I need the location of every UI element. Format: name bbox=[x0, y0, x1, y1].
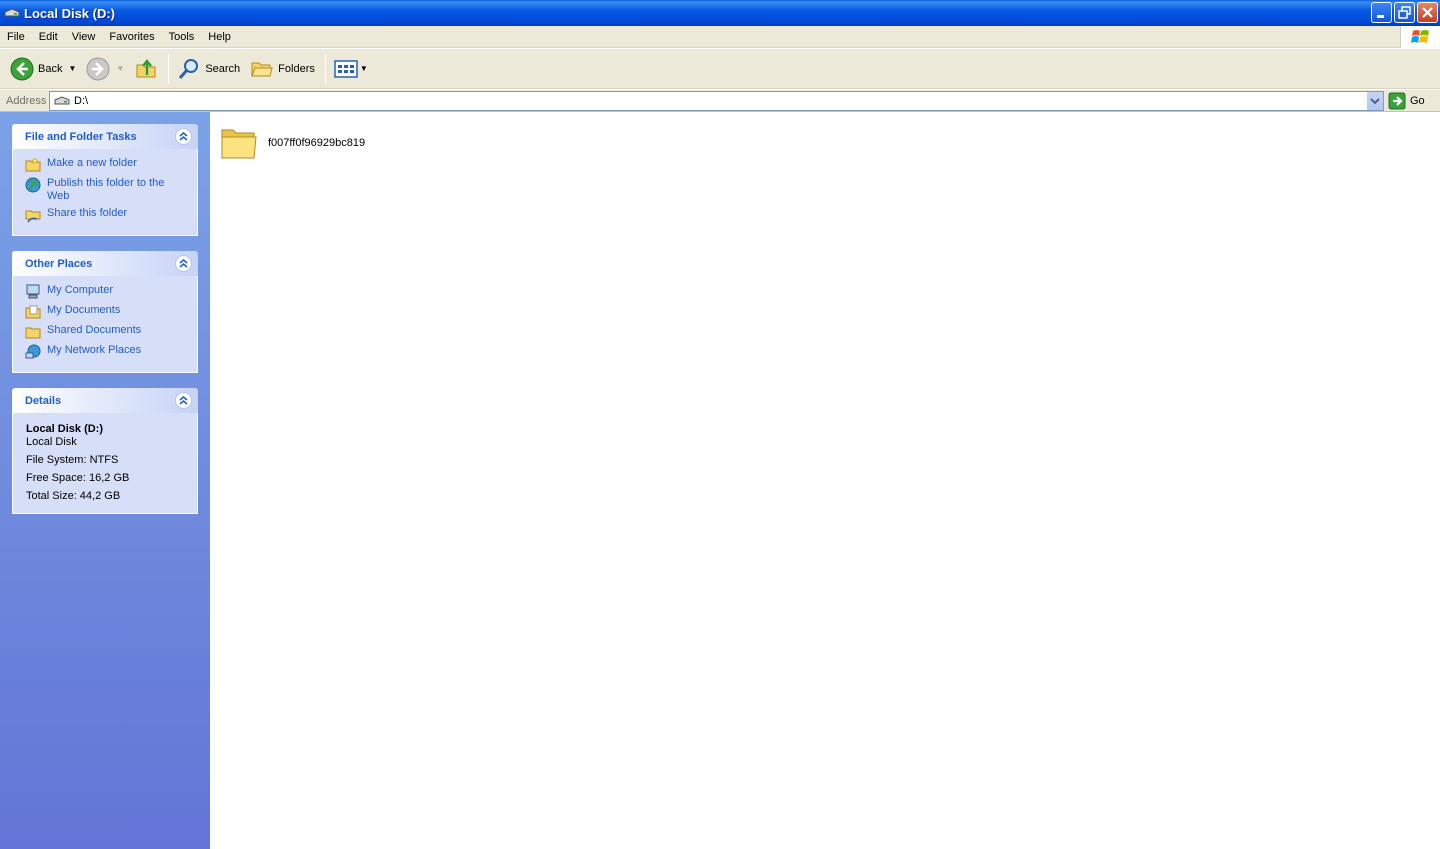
place-my-network-places[interactable]: My Network Places bbox=[25, 344, 197, 360]
folders-button[interactable]: Folders bbox=[246, 53, 319, 85]
chevron-up-double-icon bbox=[179, 396, 188, 405]
folder-icon bbox=[221, 129, 257, 159]
restore-icon bbox=[1398, 6, 1411, 19]
toolbar-separator bbox=[168, 53, 170, 84]
drive-icon bbox=[54, 95, 70, 104]
menu-view[interactable]: View bbox=[65, 31, 103, 43]
task-label: Make a new folder bbox=[47, 157, 137, 169]
collapse-button[interactable] bbox=[175, 128, 192, 145]
drive-icon bbox=[4, 8, 20, 17]
up-button[interactable] bbox=[130, 53, 162, 85]
search-icon bbox=[179, 58, 199, 79]
menu-help[interactable]: Help bbox=[201, 31, 238, 43]
address-input[interactable]: D:\ bbox=[49, 90, 1384, 111]
place-label: My Network Places bbox=[47, 344, 142, 356]
menu-favorites[interactable]: Favorites bbox=[102, 31, 161, 43]
place-my-documents[interactable]: My Documents bbox=[25, 304, 197, 320]
details-type: Local Disk bbox=[26, 436, 77, 448]
menu-bar: File Edit View Favorites Tools Help bbox=[0, 26, 1440, 48]
address-label: Address bbox=[6, 94, 47, 107]
toolbar: Back ▼ ▼ Search Folders ▼ bbox=[0, 49, 1440, 89]
menu-tools[interactable]: Tools bbox=[162, 31, 202, 43]
search-button[interactable]: Search bbox=[173, 53, 244, 85]
windows-logo bbox=[1400, 26, 1440, 48]
chevron-up-double-icon bbox=[179, 132, 188, 141]
documents-folder-icon bbox=[25, 305, 41, 319]
place-my-computer[interactable]: My Computer bbox=[25, 284, 197, 300]
panel-title: File and Folder Tasks bbox=[25, 130, 137, 143]
folder-name: f007ff0f96929bc819 bbox=[268, 137, 366, 149]
globe-icon bbox=[25, 177, 41, 193]
task-label: Share this folder bbox=[47, 207, 128, 219]
task-make-new-folder[interactable]: Make a new folder bbox=[25, 157, 197, 173]
shared-folder-icon bbox=[25, 210, 41, 223]
collapse-button[interactable] bbox=[175, 392, 192, 409]
network-globe-icon bbox=[25, 344, 41, 359]
close-icon bbox=[1422, 7, 1433, 18]
folders-icon bbox=[251, 62, 273, 76]
windows-flag-icon bbox=[1410, 30, 1429, 43]
panel-header[interactable]: Other Places bbox=[12, 251, 198, 276]
go-button[interactable]: Go bbox=[1388, 92, 1425, 110]
restore-button[interactable] bbox=[1394, 2, 1415, 23]
other-places-panel: Other Places My Computer My Documents Sh… bbox=[12, 251, 198, 373]
panel-header[interactable]: File and Folder Tasks bbox=[12, 124, 198, 149]
go-arrow-icon bbox=[1388, 92, 1406, 109]
panel-title: Other Places bbox=[25, 257, 93, 270]
go-label: Go bbox=[1410, 94, 1425, 107]
menu-file[interactable]: File bbox=[0, 31, 32, 43]
file-list-area[interactable]: f007ff0f96929bc819 bbox=[210, 112, 1440, 849]
new-folder-icon bbox=[25, 157, 41, 172]
details-total-size: Total Size: 44,2 GB bbox=[26, 490, 121, 502]
minimize-button[interactable] bbox=[1371, 2, 1392, 23]
place-label: My Documents bbox=[47, 304, 121, 316]
task-label: Publish this folder to the Web bbox=[47, 177, 165, 202]
folder-icon bbox=[25, 327, 41, 339]
menu-edit[interactable]: Edit bbox=[32, 31, 65, 43]
views-dropdown-icon[interactable]: ▼ bbox=[360, 64, 368, 73]
details-panel: Details Local Disk (D:) Local Disk File … bbox=[12, 388, 198, 514]
folder-item[interactable]: f007ff0f96929bc819 bbox=[220, 124, 365, 162]
forward-dropdown-icon[interactable]: ▼ bbox=[116, 64, 124, 73]
views-button[interactable]: ▼ bbox=[330, 53, 372, 85]
close-button[interactable] bbox=[1417, 2, 1438, 23]
place-label: My Computer bbox=[47, 284, 114, 296]
title-bar[interactable]: Local Disk (D:) bbox=[0, 0, 1440, 26]
back-dropdown-icon[interactable]: ▼ bbox=[68, 64, 76, 73]
folders-label: Folders bbox=[278, 62, 315, 75]
address-dropdown-button[interactable] bbox=[1366, 91, 1383, 110]
place-label: Shared Documents bbox=[47, 324, 142, 336]
minimize-icon bbox=[1377, 15, 1384, 18]
details-free-space: Free Space: 16,2 GB bbox=[26, 472, 130, 484]
details-name: Local Disk (D:) bbox=[26, 423, 104, 435]
search-label: Search bbox=[205, 62, 241, 75]
details-file-system: File System: NTFS bbox=[26, 454, 119, 466]
back-label: Back bbox=[38, 62, 63, 75]
panel-header[interactable]: Details bbox=[12, 388, 198, 413]
task-publish-folder[interactable]: Publish this folder to the Web bbox=[25, 177, 197, 203]
chevron-up-double-icon bbox=[179, 259, 188, 268]
chevron-down-icon bbox=[1370, 97, 1380, 104]
forward-button[interactable]: ▼ bbox=[82, 53, 128, 85]
folder-up-icon bbox=[136, 58, 156, 77]
window-title: Local Disk (D:) bbox=[24, 5, 116, 21]
forward-arrow-icon bbox=[86, 57, 110, 80]
task-share-folder[interactable]: Share this folder bbox=[25, 207, 197, 223]
toolbar-separator bbox=[324, 53, 326, 84]
place-shared-documents[interactable]: Shared Documents bbox=[25, 324, 197, 340]
collapse-button[interactable] bbox=[175, 255, 192, 272]
task-pane: File and Folder Tasks Make a new folder bbox=[0, 112, 210, 849]
computer-icon bbox=[26, 284, 40, 299]
address-value: D:\ bbox=[74, 94, 89, 107]
file-folder-tasks-panel: File and Folder Tasks Make a new folder bbox=[12, 124, 198, 236]
address-bar: Address D:\ Go bbox=[0, 90, 1440, 112]
back-button[interactable]: Back ▼ bbox=[6, 53, 80, 85]
back-arrow-icon bbox=[10, 57, 34, 80]
views-icon bbox=[334, 59, 358, 78]
panel-title: Details bbox=[25, 394, 62, 407]
